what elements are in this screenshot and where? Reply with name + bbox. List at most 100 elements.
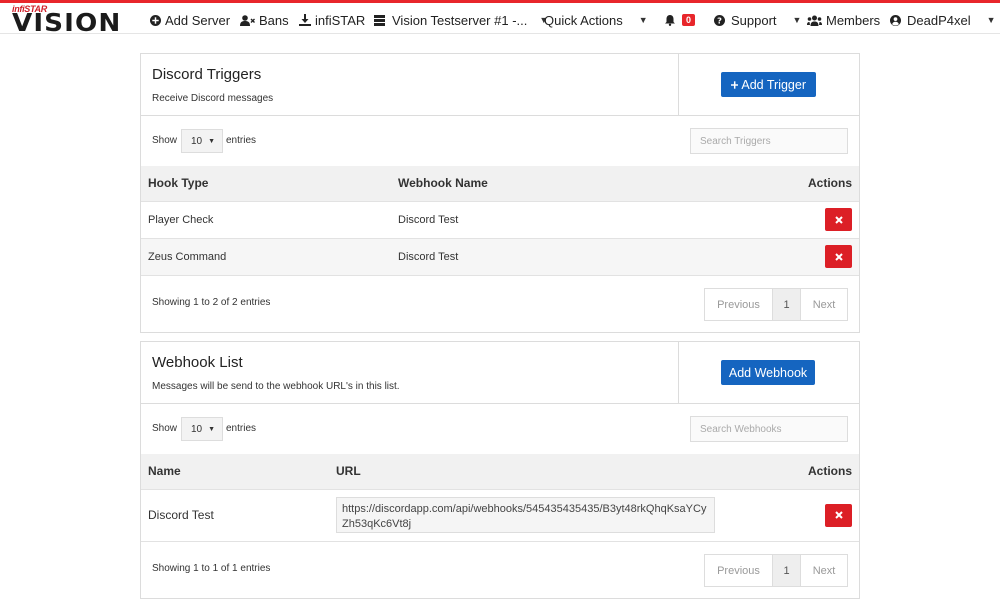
caret-down-icon: ▼ bbox=[638, 15, 648, 25]
nav-add-server-label: Add Server bbox=[165, 12, 231, 28]
notification-count-badge: 0 bbox=[682, 14, 696, 26]
column-header-hook-type[interactable]: Hook Type bbox=[141, 166, 391, 201]
column-header-name[interactable]: Name bbox=[141, 454, 329, 489]
search-webhooks-input[interactable] bbox=[690, 416, 848, 442]
server-icon bbox=[374, 14, 385, 26]
table-row: Discord Test https://discordapp.com/api/… bbox=[141, 488, 859, 541]
nav-user-label: DeadP4xel bbox=[907, 12, 971, 28]
nav-quick-actions-label: Quick Actions bbox=[544, 12, 623, 28]
table-row: Zeus Command Discord Test bbox=[141, 237, 859, 275]
close-icon bbox=[834, 253, 843, 261]
page-1-button[interactable]: 1 bbox=[772, 289, 801, 320]
webhooks-table: Name URL Actions Discord Test https://di… bbox=[141, 454, 859, 541]
next-page-button[interactable]: Next bbox=[801, 555, 847, 586]
nav-infistar-label: infiSTAR bbox=[315, 12, 366, 28]
panel-subtitle: Messages will be send to the webhook URL… bbox=[152, 381, 400, 392]
panel-title: Discord Triggers bbox=[152, 66, 262, 83]
table-row: Player Check Discord Test bbox=[141, 200, 859, 238]
panel-header: Webhook List Messages will be send to th… bbox=[141, 342, 859, 404]
users-icon bbox=[807, 15, 822, 26]
caret-down-icon: ▼ bbox=[208, 425, 216, 433]
entries-label: entries bbox=[226, 423, 257, 434]
panel-header-actions: Add Trigger bbox=[678, 54, 859, 115]
url-cell: https://discordapp.com/api/webhooks/5454… bbox=[329, 488, 791, 541]
table-header-row: Hook Type Webhook Name Actions bbox=[141, 166, 859, 201]
entries-value: 10 bbox=[191, 423, 203, 435]
actions-cell bbox=[691, 237, 859, 275]
top-navbar: infiSTAR VISION Add Server Bans infiSTAR… bbox=[0, 3, 1000, 37]
entries-per-page-select[interactable]: 10 ▼ bbox=[181, 417, 223, 441]
table-header-row: Name URL Actions bbox=[141, 454, 859, 489]
add-webhook-button[interactable]: Add Webhook bbox=[721, 360, 815, 385]
pagination: Previous 1 Next bbox=[704, 288, 848, 321]
column-header-webhook-name[interactable]: Webhook Name bbox=[391, 166, 692, 201]
add-trigger-button[interactable]: Add Trigger bbox=[721, 72, 816, 97]
webhook-name-cell: Discord Test bbox=[391, 237, 692, 275]
column-header-url[interactable]: URL bbox=[329, 454, 791, 489]
plus-circle-icon bbox=[150, 14, 161, 26]
entries-label: entries bbox=[226, 135, 257, 146]
panel-title: Webhook List bbox=[152, 354, 243, 371]
pagination: Previous 1 Next bbox=[704, 554, 848, 587]
triggers-table: Hook Type Webhook Name Actions Player Ch… bbox=[141, 166, 859, 275]
column-header-actions: Actions bbox=[691, 166, 859, 201]
delete-trigger-button[interactable] bbox=[825, 208, 852, 231]
next-page-button[interactable]: Next bbox=[801, 289, 847, 320]
discord-triggers-panel: Discord Triggers Receive Discord message… bbox=[140, 53, 860, 333]
table-footer: Showing 1 to 1 of 1 entries Previous 1 N… bbox=[141, 541, 859, 598]
nav-server-dropdown[interactable]: Vision Testserver #1 -... ▼ bbox=[374, 11, 548, 29]
nav-notifications[interactable]: 0 bbox=[665, 11, 696, 29]
actions-cell bbox=[691, 200, 859, 238]
bell-icon bbox=[665, 14, 675, 26]
nav-bans-label: Bans bbox=[259, 12, 289, 28]
nav-members-label: Members bbox=[826, 12, 881, 28]
search-triggers-input[interactable] bbox=[690, 128, 848, 154]
nav-add-server[interactable]: Add Server bbox=[150, 11, 230, 29]
entries-per-page-select[interactable]: 10 ▼ bbox=[181, 129, 223, 153]
add-trigger-label: Add Trigger bbox=[741, 77, 806, 92]
logo-big-text: VISION bbox=[12, 8, 122, 37]
panel-header: Discord Triggers Receive Discord message… bbox=[141, 54, 859, 116]
plus-icon bbox=[731, 80, 739, 89]
panel-header-actions: Add Webhook bbox=[678, 342, 859, 403]
user-times-icon bbox=[240, 14, 255, 26]
question-circle-icon: ? bbox=[714, 14, 725, 26]
show-label: Show bbox=[152, 135, 178, 146]
showing-entries-text: Showing 1 to 1 of 1 entries bbox=[152, 563, 271, 574]
panel-subtitle: Receive Discord messages bbox=[152, 93, 274, 104]
table-controls: Show 10 ▼ entries bbox=[141, 404, 859, 454]
webhook-name-cell: Discord Test bbox=[141, 488, 329, 541]
nav-quick-actions[interactable]: Quick Actions ▼ bbox=[544, 11, 648, 29]
previous-page-button[interactable]: Previous bbox=[705, 555, 772, 586]
page-1-button[interactable]: 1 bbox=[772, 555, 801, 586]
nav-server-label: Vision Testserver #1 -... bbox=[392, 12, 528, 28]
nav-support[interactable]: ? Support ▼ bbox=[714, 11, 801, 29]
nav-infistar-download[interactable]: infiSTAR bbox=[299, 11, 365, 29]
nav-members[interactable]: Members bbox=[807, 11, 880, 29]
hook-type-cell: Player Check bbox=[141, 200, 391, 238]
actions-cell bbox=[790, 488, 859, 541]
infistar-vision-logo[interactable]: infiSTAR VISION bbox=[12, 4, 128, 37]
hook-type-cell: Zeus Command bbox=[141, 237, 391, 275]
entries-value: 10 bbox=[191, 135, 203, 147]
nav-user-menu[interactable]: DeadP4xel ▼ bbox=[890, 11, 996, 29]
showing-entries-text: Showing 1 to 2 of 2 entries bbox=[152, 297, 271, 308]
delete-webhook-button[interactable] bbox=[825, 503, 852, 527]
table-footer: Showing 1 to 2 of 2 entries Previous 1 N… bbox=[141, 275, 859, 332]
show-label: Show bbox=[152, 423, 178, 434]
caret-down-icon: ▼ bbox=[208, 137, 216, 145]
caret-down-icon: ▼ bbox=[792, 15, 802, 25]
nav-bans[interactable]: Bans bbox=[240, 11, 289, 29]
close-icon bbox=[834, 215, 843, 224]
nav-support-label: Support bbox=[731, 12, 777, 28]
user-circle-icon bbox=[890, 14, 901, 26]
add-webhook-label: Add Webhook bbox=[728, 365, 808, 380]
previous-page-button[interactable]: Previous bbox=[705, 289, 772, 320]
close-icon bbox=[834, 511, 843, 519]
webhook-url-field[interactable]: https://discordapp.com/api/webhooks/5454… bbox=[336, 497, 715, 534]
table-controls: Show 10 ▼ entries bbox=[141, 116, 859, 166]
caret-down-icon: ▼ bbox=[986, 15, 996, 25]
svg-text:?: ? bbox=[717, 15, 722, 25]
delete-trigger-button[interactable] bbox=[825, 245, 852, 269]
column-header-actions: Actions bbox=[790, 454, 859, 489]
